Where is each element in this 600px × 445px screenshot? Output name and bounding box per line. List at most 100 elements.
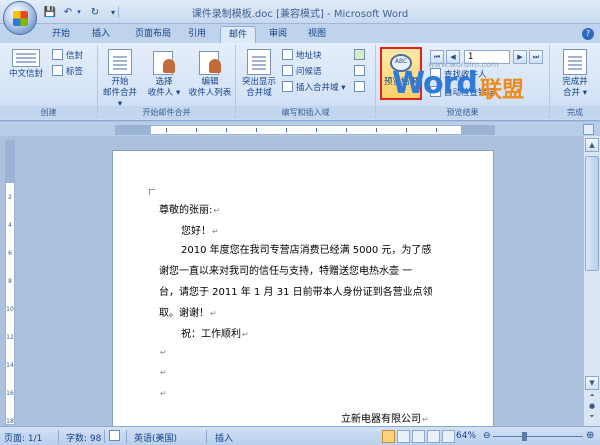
group-start-merge: 开始 邮件合并 ▾ 选择 收件人 ▾ 编辑 收件人列表 开始邮件合并: [98, 45, 236, 119]
status-bar: 页面: 1/1 字数: 98 英语(美国) 插入 64% ⊖ ⊕: [0, 426, 600, 445]
tab-home[interactable]: 开始: [44, 26, 78, 43]
ruler-tick: [436, 128, 437, 132]
status-separator: [104, 430, 105, 443]
paragraph-mark: ↵: [210, 309, 217, 318]
highlight-fields-icon: [247, 49, 271, 75]
greeting-line-icon: [282, 65, 293, 76]
address-block-button[interactable]: 地址块: [282, 49, 322, 63]
ruler-toggle-button[interactable]: [583, 124, 594, 135]
window-title: 课件录制模板.doc [兼容模式] - Microsoft Word: [191, 9, 409, 20]
group-write-insert: 突出显示 合并域 地址块 问候语 插入合并域 ▾ 编写和插入域: [236, 45, 376, 119]
ruler-tick: [346, 128, 347, 132]
full-screen-reading-icon[interactable]: [397, 430, 410, 443]
tab-references[interactable]: 引用: [180, 26, 214, 43]
status-word-count[interactable]: 字数: 98: [66, 431, 101, 444]
web-layout-icon[interactable]: [412, 430, 425, 443]
crop-mark: [149, 189, 155, 195]
select-recipients-button[interactable]: 选择 收件人 ▾: [144, 49, 184, 99]
status-separator: [126, 430, 127, 443]
paragraph-mark: ↵: [213, 206, 221, 215]
doc-line[interactable]: 谢您一直以来对我司的信任与支持，特赠送您电热水壶 一: [159, 262, 412, 277]
scroll-up-icon[interactable]: ▲: [585, 138, 599, 152]
doc-line[interactable]: 立新电器有限公司↵: [341, 410, 429, 425]
outline-view-icon[interactable]: [427, 430, 440, 443]
zoom-slider-thumb[interactable]: [522, 432, 527, 441]
tab-page-layout[interactable]: 页面布局: [127, 26, 179, 43]
greeting-line-label: 问候语: [296, 67, 322, 77]
edit-list-label-1: 编辑: [201, 77, 219, 87]
spelling-check-icon[interactable]: [109, 430, 120, 441]
vertical-scrollbar[interactable]: ▲ ▼ ⏶ ● ⏷: [583, 136, 600, 426]
doc-line[interactable]: ↵: [159, 388, 167, 399]
group-create: 中文信封 信封 标签 创建: [0, 45, 98, 119]
ruler-tick: [256, 128, 257, 132]
tab-mailings[interactable]: 邮件: [220, 26, 257, 43]
draft-view-icon[interactable]: [442, 430, 455, 443]
next-record-button[interactable]: ▶: [513, 50, 527, 64]
title-bar: 💾 ↶ ▾ ↻ ▾ 课件录制模板.doc [兼容模式] - Microsoft …: [0, 0, 600, 35]
previous-page-icon[interactable]: ⏶: [585, 392, 599, 402]
ribbon-tabs: 开始 插入 页面布局 引用 邮件 审阅 视图 ?: [0, 24, 600, 43]
label-icon: [52, 65, 63, 76]
doc-line-text: 台，请您于 2011 年 1 月 31 日前带本人身份证到各营业点领: [159, 287, 433, 298]
next-page-icon[interactable]: ⏷: [585, 413, 599, 423]
zoom-out-icon[interactable]: ⊖: [483, 431, 491, 441]
help-icon[interactable]: ?: [582, 28, 594, 40]
doc-line-text: 取。谢谢！: [159, 308, 209, 319]
office-button[interactable]: [3, 1, 37, 35]
doc-line[interactable]: 取。谢谢！↵: [159, 304, 217, 319]
envelopes-button[interactable]: 信封: [52, 49, 83, 63]
ruler-tick: [226, 128, 227, 132]
document-area: 尊敬的张丽:↵ 您好！↵ 2010 年度您在我司专营店消费已经满 5000 元，…: [17, 136, 583, 426]
tab-insert[interactable]: 插入: [84, 26, 118, 43]
recipients-icon: [151, 49, 177, 75]
print-layout-view-icon[interactable]: [382, 430, 395, 443]
scroll-thumb[interactable]: [585, 156, 599, 271]
doc-line[interactable]: 2010 年度您在我司专营店消费已经满 5000 元，为了感: [181, 241, 431, 256]
zoom-in-icon[interactable]: ⊕: [586, 430, 594, 441]
edit-recipients-button[interactable]: 编辑 收件人列表: [186, 49, 234, 99]
zoom-level[interactable]: 64%: [456, 431, 476, 441]
insert-field-icon: [282, 81, 293, 92]
labels-label: 标签: [66, 67, 84, 77]
match-fields-icon: [354, 65, 365, 76]
ruler-tick: [376, 128, 377, 132]
doc-line[interactable]: ↵: [159, 347, 167, 358]
paragraph-mark: ↵: [160, 389, 167, 398]
doc-line[interactable]: 台，请您于 2011 年 1 月 31 日前带本人身份证到各营业点领: [159, 283, 433, 298]
insert-merge-field-button[interactable]: 插入合并域 ▾: [282, 81, 345, 95]
update-labels-button[interactable]: [354, 81, 368, 95]
watermark-logo-cn: 联盟: [480, 78, 525, 103]
group-start-merge-label: 开始邮件合并: [98, 106, 235, 119]
envelope-small-icon: [52, 49, 63, 60]
doc-line[interactable]: 祝：工作顺利↵: [181, 325, 249, 340]
paragraph-mark: ↵: [160, 348, 167, 357]
status-insert-mode[interactable]: 插入: [215, 431, 233, 444]
zoom-slider-track[interactable]: [493, 436, 583, 437]
doc-line[interactable]: ↵: [159, 367, 167, 378]
edit-list-icon: [197, 49, 223, 75]
rules-icon: [354, 49, 365, 60]
rules-button[interactable]: [354, 49, 368, 63]
horizontal-ruler[interactable]: [115, 125, 495, 135]
tab-review[interactable]: 审阅: [261, 26, 295, 43]
last-record-button[interactable]: ⏭: [529, 50, 543, 64]
status-page[interactable]: 页面: 1/1: [4, 431, 42, 444]
chinese-envelope-button[interactable]: 中文信封: [6, 49, 46, 80]
start-merge-button[interactable]: 开始 邮件合并 ▾: [100, 49, 140, 110]
finish-merge-button[interactable]: 完成并 合并 ▾: [553, 49, 597, 99]
highlight-fields-button[interactable]: 突出显示 合并域: [238, 49, 280, 99]
doc-line[interactable]: 您好！↵: [181, 222, 219, 237]
vertical-ruler[interactable]: 2 4 6 8 10 12 14 16 18: [5, 140, 15, 425]
ruler-tick: [196, 128, 197, 132]
labels-button[interactable]: 标签: [52, 65, 83, 79]
browse-object-icon[interactable]: ●: [585, 402, 599, 412]
greeting-line-button[interactable]: 问候语: [282, 65, 322, 79]
doc-line[interactable]: 尊敬的张丽:↵: [159, 201, 220, 216]
status-language[interactable]: 英语(美国): [134, 431, 177, 444]
scroll-down-icon[interactable]: ▼: [585, 376, 599, 390]
tab-view[interactable]: 视图: [300, 26, 334, 43]
match-fields-button[interactable]: [354, 65, 368, 79]
update-labels-icon: [354, 81, 365, 92]
document-page[interactable]: 尊敬的张丽:↵ 您好！↵ 2010 年度您在我司专营店消费已经满 5000 元，…: [112, 150, 494, 426]
